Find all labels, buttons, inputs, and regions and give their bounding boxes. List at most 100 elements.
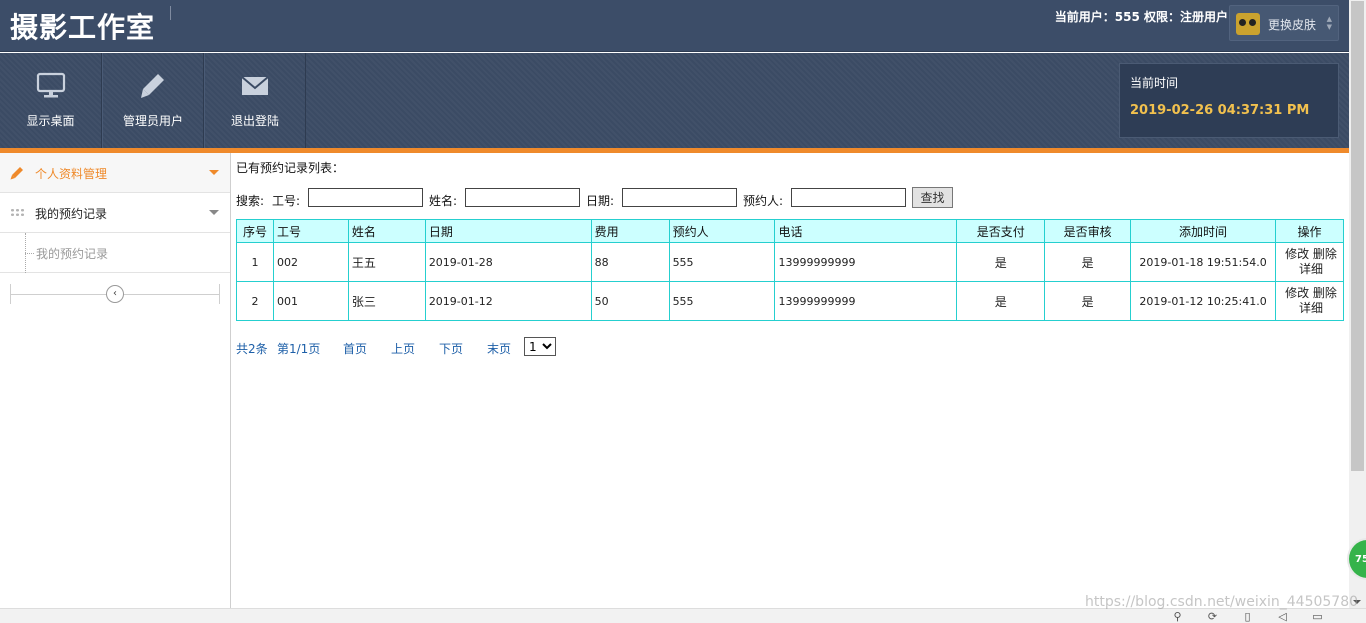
table-header-row: 序号 工号 姓名 日期 费用 预约人 电话 是否支付 是否审核 添加时间 操作 <box>236 219 1344 243</box>
col-header-added: 添加时间 <box>1130 219 1276 243</box>
speaker-icon[interactable]: ◁ <box>1265 610 1300 623</box>
pencil-icon <box>141 74 164 98</box>
delete-link[interactable]: 删除 <box>1313 247 1337 261</box>
app-title: 摄影工作室 <box>10 11 156 44</box>
emp-no-label: 工号: <box>272 194 301 208</box>
col-header-date: 日期 <box>424 219 592 243</box>
refresh-icon[interactable]: ⟳ <box>1195 610 1230 623</box>
cell-name: 王五 <box>347 242 426 282</box>
col-header-booker: 预约人 <box>668 219 776 243</box>
cell-reviewed: 是 <box>1044 242 1132 282</box>
main-content: 已有预约记录列表： 搜索: 工号: 姓名: 日期: 预约人: 查找 序号 工号 … <box>236 153 1346 608</box>
cell-paid: 是 <box>956 281 1046 321</box>
booker-input[interactable] <box>791 188 906 207</box>
pager-total: 共2条 <box>236 342 268 356</box>
sidebar-item-bookings[interactable]: 我的预约记录 <box>0 193 230 233</box>
collapse-sidebar-button[interactable]: ‹ <box>106 285 124 303</box>
current-time-panel: 当前时间 2019-02-26 04:37:31 PM <box>1119 63 1339 138</box>
current-time-label: 当前时间 <box>1130 76 1179 90</box>
chevron-down-icon <box>209 170 219 175</box>
table-row: 2 001 张三 2019-01-12 50 555 13999999999 是… <box>236 281 1344 321</box>
cell-booker: 555 <box>668 242 776 282</box>
nav-logout-label: 退出登陆 <box>230 114 279 128</box>
col-header-paid: 是否支付 <box>956 219 1046 243</box>
grid-icon <box>10 208 24 217</box>
current-time-value: 2019-02-26 04:37:31 PM <box>1130 103 1310 118</box>
col-header-fee: 费用 <box>590 219 670 243</box>
nav-admin-users-label: 管理员用户 <box>122 114 183 128</box>
cell-fee: 50 <box>590 281 670 321</box>
pager-next-link[interactable]: 下页 <box>439 340 463 357</box>
title-divider <box>170 6 171 20</box>
emp-no-input[interactable] <box>308 188 423 207</box>
pager-first-link[interactable]: 首页 <box>343 340 367 357</box>
col-header-phone: 电话 <box>774 219 958 243</box>
table-row: 1 002 王五 2019-01-28 88 555 13999999999 是… <box>236 242 1344 282</box>
window-icon[interactable]: ▭ <box>1300 610 1335 623</box>
col-header-ops: 操作 <box>1275 219 1344 243</box>
envelope-icon <box>241 76 269 95</box>
sidebar-item-profile[interactable]: 个人资料管理 <box>0 153 230 193</box>
pin-icon[interactable]: ⚲ <box>1160 610 1195 623</box>
cell-ops: 修改 删除 详细 <box>1275 281 1344 321</box>
cell-emp-no: 001 <box>272 281 349 321</box>
nav-band: 显示桌面 管理员用户 退出登陆 当前时间 2019-02-26 04:37:31… <box>0 53 1349 148</box>
date-input[interactable] <box>622 188 737 207</box>
cell-booker: 555 <box>668 281 776 321</box>
edit-link[interactable]: 修改 <box>1285 286 1309 300</box>
cell-date: 2019-01-12 <box>424 281 592 321</box>
cell-reviewed: 是 <box>1044 281 1132 321</box>
nav-show-desktop[interactable]: 显示桌面 <box>0 53 102 148</box>
cell-seq: 1 <box>236 242 274 282</box>
cell-fee: 88 <box>590 242 670 282</box>
top-header: 摄影工作室 当前用户：555 权限：注册用户 更换皮肤 ▲ ▼ <box>0 0 1349 52</box>
detail-link[interactable]: 详细 <box>1299 262 1323 276</box>
col-header-seq: 序号 <box>236 219 274 243</box>
date-label: 日期: <box>586 194 615 208</box>
change-skin-button[interactable]: 更换皮肤 ▲ ▼ <box>1229 5 1339 41</box>
cell-phone: 13999999999 <box>774 281 958 321</box>
cell-emp-no: 002 <box>272 242 349 282</box>
search-prefix-label: 搜索: <box>236 194 265 208</box>
cell-added: 2019-01-12 10:25:41.0 <box>1130 281 1276 321</box>
trash-icon[interactable]: ▯ <box>1230 610 1265 623</box>
sidebar: 个人资料管理 我的预约记录 我的预约记录 ‹ <box>0 153 231 608</box>
booker-label: 预约人: <box>743 194 784 208</box>
chevron-down-icon <box>209 210 219 215</box>
cell-name: 张三 <box>347 281 426 321</box>
name-input[interactable] <box>465 188 580 207</box>
vertical-scrollbar[interactable] <box>1349 0 1366 608</box>
records-table: 序号 工号 姓名 日期 费用 预约人 电话 是否支付 是否审核 添加时间 操作 … <box>236 219 1344 321</box>
cell-seq: 2 <box>236 281 274 321</box>
tree-guide-branch <box>25 253 34 254</box>
pager-last-link[interactable]: 末页 <box>487 340 511 357</box>
col-header-reviewed: 是否审核 <box>1044 219 1132 243</box>
sidebar-collapse-row: ‹ <box>10 284 220 304</box>
page-select[interactable]: 1 <box>524 337 556 356</box>
collapse-tick-right <box>219 284 220 304</box>
col-header-name: 姓名 <box>347 219 426 243</box>
watermark-text: https://blog.csdn.net/weixin_44505780 <box>1085 594 1359 610</box>
edit-link[interactable]: 修改 <box>1285 247 1309 261</box>
pencil-icon <box>10 167 23 180</box>
skin-avatar-icon <box>1236 13 1260 35</box>
delete-link[interactable]: 删除 <box>1313 286 1337 300</box>
pager-prev-link[interactable]: 上页 <box>391 340 415 357</box>
scrollbar-thumb[interactable] <box>1351 1 1364 471</box>
nav-logout[interactable]: 退出登陆 <box>204 53 306 148</box>
cell-date: 2019-01-28 <box>424 242 592 282</box>
cell-added: 2019-01-18 19:51:54.0 <box>1130 242 1276 282</box>
current-user-info: 当前用户：555 权限：注册用户 <box>1054 10 1228 24</box>
pagination: 共2条 第1/1页 首页 上页 下页 末页 1 <box>236 337 636 357</box>
search-button[interactable]: 查找 <box>912 187 953 208</box>
monitor-icon <box>36 72 65 98</box>
collapse-tick-left <box>10 284 11 304</box>
nav-admin-users[interactable]: 管理员用户 <box>102 53 204 148</box>
change-skin-label: 更换皮肤 <box>1268 18 1317 32</box>
sidebar-subitem-my-bookings[interactable]: 我的预约记录 <box>0 233 230 273</box>
detail-link[interactable]: 详细 <box>1299 301 1323 315</box>
name-label: 姓名: <box>429 194 458 208</box>
pager-page-indicator: 第1/1页 <box>277 342 321 356</box>
cell-ops: 修改 删除 详细 <box>1275 242 1344 282</box>
cell-paid: 是 <box>956 242 1046 282</box>
